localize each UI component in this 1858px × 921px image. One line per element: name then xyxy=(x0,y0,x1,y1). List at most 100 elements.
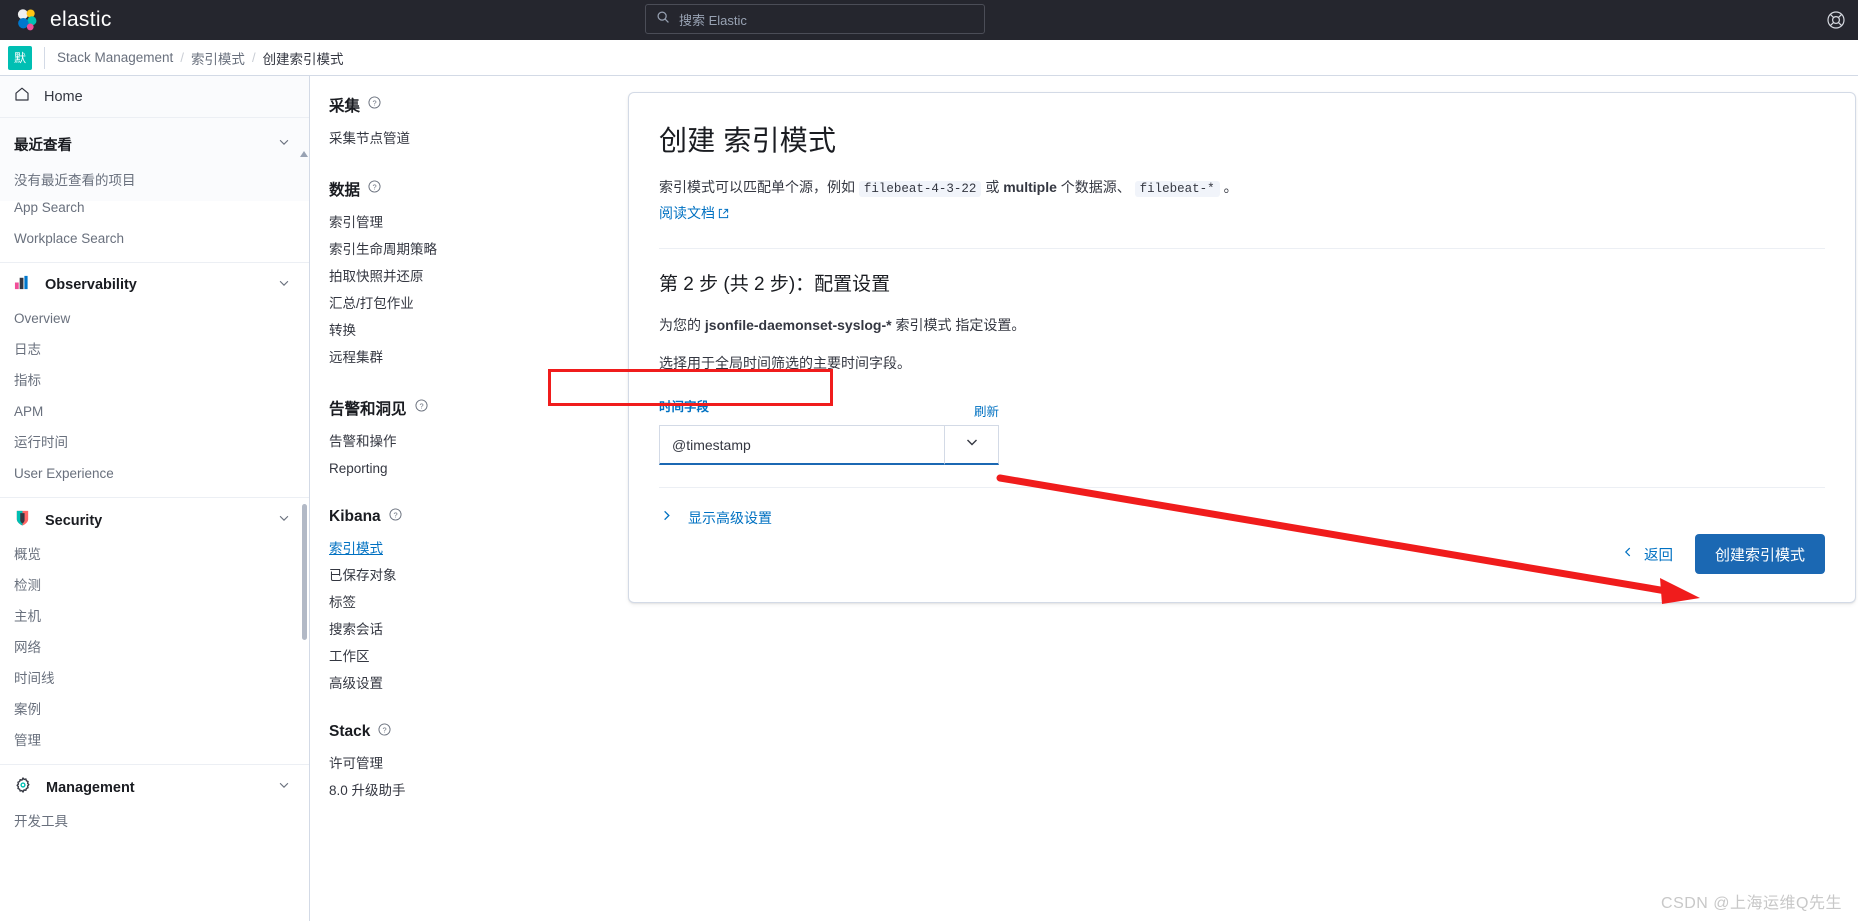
advanced-settings-toggle[interactable]: 显示高级设置 xyxy=(659,508,1825,528)
nav-link-saved-objects[interactable]: 已保存对象 xyxy=(329,562,571,589)
sidebar-item-app-search[interactable]: App Search xyxy=(0,192,309,223)
chevron-down-icon[interactable] xyxy=(277,135,291,154)
desc-text-3: 个数据源、 xyxy=(1060,179,1131,195)
sidebar-item-workplace-search[interactable]: Workplace Search xyxy=(0,223,309,254)
watermark: CSDN @上海运维Q先生 xyxy=(1661,895,1842,912)
management-secondary-nav: 采集 ? 采集节点管道 数据 ? 索引管理 索引生命周期策略 拍取快照并还原 汇… xyxy=(311,76,571,921)
refresh-fields-link[interactable]: 刷新 xyxy=(974,401,999,420)
nav-divider xyxy=(0,764,309,765)
nav-link-rules-actions[interactable]: 告警和操作 xyxy=(329,428,571,455)
create-index-pattern-panel: 创建 索引模式 索引模式可以匹配单个源，例如 filebeat-4-3-22 或… xyxy=(628,92,1856,603)
sidebar-group-security[interactable]: Security xyxy=(0,502,309,539)
nav-link-ingest-pipelines[interactable]: 采集节点管道 xyxy=(329,125,571,152)
sidebar-item-cases[interactable]: 案例 xyxy=(0,694,309,725)
nav-section-stack: Stack ? 许可管理 8.0 升级助手 xyxy=(329,723,571,804)
back-button-label: 返回 xyxy=(1643,547,1673,564)
nav-section-ingest: 采集 ? 采集节点管道 xyxy=(329,94,571,152)
breadcrumb-item-0[interactable]: Stack Management xyxy=(57,50,173,65)
back-button[interactable]: 返回 xyxy=(1621,544,1673,565)
read-docs-label: 阅读文档 xyxy=(659,205,715,221)
chevron-down-icon[interactable] xyxy=(277,778,291,797)
nav-link-tags[interactable]: 标签 xyxy=(329,589,571,616)
sidebar-item-user-experience[interactable]: User Experience xyxy=(0,458,309,489)
panel-divider-2 xyxy=(659,487,1825,488)
lifebuoy-help-icon[interactable] xyxy=(1826,10,1846,30)
sidebar-item-timelines[interactable]: 时间线 xyxy=(0,663,309,694)
sidebar-item-network[interactable]: 网络 xyxy=(0,632,309,663)
step-heading: 第 2 步 (共 2 步)：配置设置 xyxy=(659,274,891,295)
nav-link-search-sessions[interactable]: 搜索会话 xyxy=(329,616,571,643)
nav-section-data: 数据 ? 索引管理 索引生命周期策略 拍取快照并还原 汇总/打包作业 转换 远程… xyxy=(329,178,571,371)
sidebar-group-management[interactable]: Management xyxy=(0,769,309,806)
nav-section-title: 告警和洞见 xyxy=(329,401,407,418)
create-index-pattern-button[interactable]: 创建索引模式 xyxy=(1694,534,1825,574)
desc-text-1: 索引模式可以匹配单个源，例如 xyxy=(659,179,855,195)
nav-section-title: Stack xyxy=(329,723,371,740)
recently-viewed-section: 最近查看 没有最近查看的项目 xyxy=(0,118,309,201)
primary-navigation: Home 最近查看 没有最近查看的项目 App Search Workplace… xyxy=(0,76,310,921)
nav-link-remote-clusters[interactable]: 远程集群 xyxy=(329,344,571,371)
page-title: 创建 索引模式 xyxy=(659,125,837,156)
scroll-up-indicator-icon xyxy=(300,144,308,157)
breadcrumb-item-1[interactable]: 索引模式 xyxy=(191,48,245,68)
sidebar-group-observability[interactable]: Observability xyxy=(0,267,309,303)
nav-scrollbar-thumb[interactable] xyxy=(302,504,307,640)
time-field-form-row: 时间字段 刷新 @timestamp xyxy=(659,396,1825,465)
question-circle-icon[interactable]: ? xyxy=(414,399,428,417)
nav-link-index-management[interactable]: 索引管理 xyxy=(329,209,571,236)
chevron-down-icon xyxy=(964,434,980,455)
chevron-down-icon[interactable] xyxy=(277,511,291,530)
read-docs-link[interactable]: 阅读文档 xyxy=(659,205,729,221)
question-circle-icon[interactable]: ? xyxy=(378,723,391,741)
global-search[interactable]: 搜索 Elastic xyxy=(645,4,985,34)
nav-link-spaces[interactable]: 工作区 xyxy=(329,643,571,670)
nav-link-license-management[interactable]: 许可管理 xyxy=(329,750,571,777)
nav-scroll-region: App Search Workplace Search Observabilit… xyxy=(0,151,309,837)
sidebar-item-home[interactable]: Home xyxy=(0,76,309,118)
nav-link-upgrade-assistant[interactable]: 8.0 升级助手 xyxy=(329,777,571,804)
breadcrumb-item-2[interactable]: 创建索引模式 xyxy=(263,48,344,68)
nav-link-rollup-jobs[interactable]: 汇总/打包作业 xyxy=(329,290,571,317)
nav-link-advanced-settings[interactable]: 高级设置 xyxy=(329,670,571,697)
question-circle-icon[interactable]: ? xyxy=(368,96,381,114)
question-circle-icon[interactable]: ? xyxy=(368,180,381,198)
space-badge[interactable]: 默 xyxy=(8,45,32,70)
nav-link-ilm-policies[interactable]: 索引生命周期策略 xyxy=(329,236,571,263)
breadcrumb: 默 Stack Management / 索引模式 / 创建索引模式 xyxy=(0,40,1858,76)
nav-link-index-patterns[interactable]: 索引模式 xyxy=(329,535,571,562)
sidebar-item-uptime[interactable]: 运行时间 xyxy=(0,427,309,458)
nav-link-snapshot-restore[interactable]: 拍取快照并还原 xyxy=(329,263,571,290)
nav-link-transforms[interactable]: 转换 xyxy=(329,317,571,344)
sidebar-item-metrics[interactable]: 指标 xyxy=(0,365,309,396)
sidebar-item-hosts[interactable]: 主机 xyxy=(0,601,309,632)
svg-text:?: ? xyxy=(372,98,376,107)
elastic-logo-icon xyxy=(14,7,40,33)
chevron-left-icon xyxy=(1621,545,1635,563)
sidebar-item-detections[interactable]: 检测 xyxy=(0,570,309,601)
sidebar-item-home-label: Home xyxy=(44,88,83,105)
question-circle-icon[interactable]: ? xyxy=(389,508,402,526)
time-field-value[interactable]: @timestamp xyxy=(659,425,944,465)
sidebar-item-logs[interactable]: 日志 xyxy=(0,334,309,365)
security-shield-icon xyxy=(14,509,31,532)
nav-divider xyxy=(0,497,309,498)
nav-section-title: 采集 xyxy=(329,98,361,115)
svg-text:?: ? xyxy=(372,182,376,191)
elastic-brand[interactable]: elastic xyxy=(0,7,112,33)
breadcrumb-divider xyxy=(44,46,45,69)
sidebar-item-administration[interactable]: 管理 xyxy=(0,725,309,756)
sidebar-item-apm[interactable]: APM xyxy=(0,396,309,427)
gear-icon xyxy=(14,776,32,799)
sidebar-item-dev-tools[interactable]: 开发工具 xyxy=(0,806,309,837)
sidebar-item-sec-overview[interactable]: 概览 xyxy=(0,539,309,570)
external-link-icon xyxy=(718,202,729,226)
time-field-dropdown-toggle[interactable] xyxy=(944,425,999,465)
step-desc-prefix: 为您的 xyxy=(659,317,701,333)
brand-name: elastic xyxy=(50,8,112,31)
nav-link-reporting[interactable]: Reporting xyxy=(329,455,571,482)
sidebar-item-overview[interactable]: Overview xyxy=(0,303,309,334)
time-field-select[interactable]: @timestamp xyxy=(659,425,999,465)
nav-section-title: Kibana xyxy=(329,508,381,525)
recently-viewed-header[interactable]: 最近查看 xyxy=(0,128,309,161)
chevron-down-icon[interactable] xyxy=(277,276,291,295)
